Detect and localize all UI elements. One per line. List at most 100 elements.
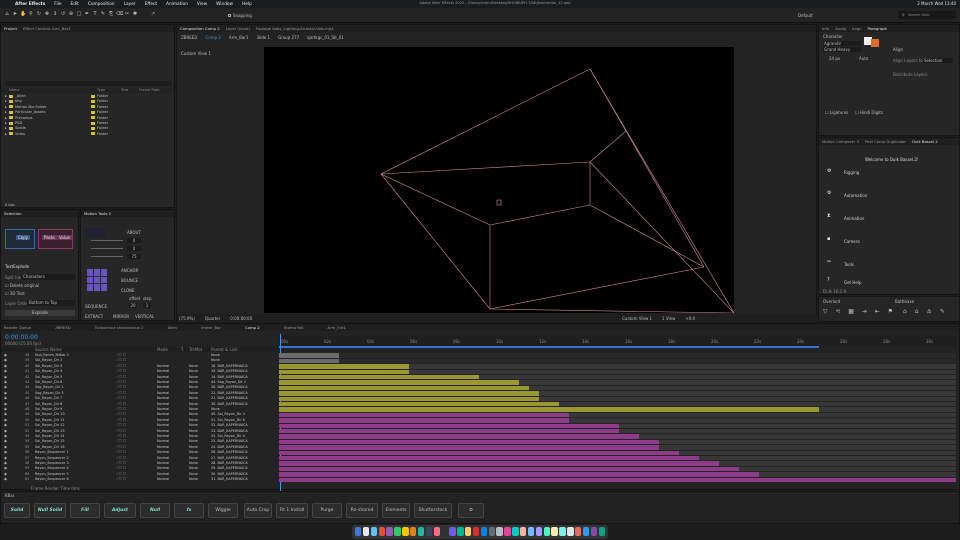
workspace-default[interactable]: Default	[798, 13, 813, 18]
layer-mode[interactable]: Normal	[157, 477, 169, 482]
timeline-layer-row[interactable]: ◉ 47 Sol_Rayon_Dir 8 ⁄ ☐ ☐ Normal None 30. BAR…	[1, 402, 278, 407]
dock-app-icon[interactable]	[457, 527, 464, 536]
menu-edit[interactable]: Edit	[70, 2, 78, 7]
dock-app-icon[interactable]	[598, 527, 605, 536]
project-list-item[interactable]: ▸ PSD Folder	[1, 121, 174, 126]
timeline-layer-row[interactable]: ◉ 39 Sol_Rayon_Dir 2 ⁄ ☐ ☐ None	[1, 358, 278, 363]
menu-view[interactable]: View	[197, 2, 207, 7]
search-help-input[interactable]: ⚲ Search Help	[898, 11, 956, 19]
crumb-slide[interactable]: Slide 1	[257, 35, 271, 40]
dock-app-icon[interactable]	[590, 527, 598, 536]
menu-file[interactable]: File	[54, 2, 61, 7]
value-field-2[interactable]: 0	[127, 246, 141, 251]
dock-app-icon[interactable]	[575, 527, 582, 536]
work-area-bar[interactable]	[279, 346, 819, 348]
stroke-color-swatch[interactable]	[871, 39, 879, 47]
kbar-button[interactable]: Shutterstock	[414, 503, 452, 518]
tab-composition[interactable]: Composition Comp 2	[180, 26, 220, 31]
col-trkmat[interactable]: TrkMat	[189, 347, 202, 352]
dolly-tool-icon[interactable]: ↕	[52, 11, 58, 18]
layer-duration-bar[interactable]	[279, 396, 539, 402]
layer-duration-bar[interactable]	[279, 472, 759, 477]
slider-2[interactable]	[91, 248, 123, 249]
layer-parent[interactable]: 31. BAR_KAPERNAICA	[211, 477, 248, 482]
disclosure-triangle-icon[interactable]: ▸	[5, 121, 7, 126]
layer-duration-bar[interactable]	[279, 385, 529, 391]
dock-app-icon[interactable]	[355, 527, 362, 536]
delete-original-checkbox[interactable]: ☐ Delete original	[5, 283, 39, 288]
copy-button[interactable]: Copy	[16, 235, 31, 240]
dock-app-icon[interactable]	[362, 527, 370, 536]
anchor-tool-icon[interactable]: ⊕	[68, 11, 74, 18]
dock-app-icon[interactable]	[472, 527, 480, 536]
tab-post-comp-duplicator[interactable]: Post Comp Duplicator	[865, 139, 906, 144]
menu-effect[interactable]: Effect	[145, 2, 157, 7]
timeline-layer-row[interactable]: ◉ 59 Rayon_Sequencer 4 ⁄ ☐ ☐ Normal None 29. B…	[1, 466, 278, 471]
bpc-indicator[interactable]: 8 bpc	[5, 203, 15, 208]
timeline-tab[interactable]: Comp 2	[245, 325, 260, 330]
layer-duration-bar[interactable]	[279, 380, 519, 385]
kbar-button[interactable]: Adjust	[104, 503, 136, 518]
rotate-tool-icon[interactable]: ↺	[60, 11, 66, 18]
disclosure-triangle-icon[interactable]: ▸	[5, 132, 7, 137]
duik-camera[interactable]: Camera	[844, 239, 860, 244]
project-list-item[interactable]: ▸ Precomps Folder	[1, 116, 174, 121]
layer-duration-bar[interactable]	[279, 353, 339, 358]
dock-app-icon[interactable]	[410, 527, 417, 536]
kbar-button[interactable]: Auto Crop	[244, 503, 272, 518]
hand-tool-icon[interactable]: ✋	[20, 11, 26, 18]
col-type[interactable]: Type	[97, 88, 105, 93]
extract-button[interactable]: EXTRACT	[85, 314, 103, 319]
menu-animation[interactable]: Animation	[166, 2, 188, 7]
layer-order-dropdown[interactable]: Bottom to Top	[27, 300, 75, 306]
clock[interactable]: 2 March Wed 13:40	[917, 1, 956, 6]
dock-app-icon[interactable]	[567, 527, 574, 536]
duik-automation[interactable]: Automation	[844, 193, 867, 198]
dock-app-icon[interactable]	[527, 527, 535, 536]
layer-duration-bar[interactable]	[279, 369, 409, 375]
layer-duration-bar[interactable]	[279, 364, 409, 369]
tab-project[interactable]: Project	[4, 26, 17, 31]
layer-duration-bar[interactable]	[279, 461, 719, 466]
crumb-layer[interactable]: qortkgc_01_0b_01	[307, 35, 344, 40]
pen-tool-icon[interactable]: ✒	[84, 11, 90, 18]
zoom-tool-icon[interactable]: ⚲	[28, 11, 34, 18]
timeline-layer-row[interactable]: ◉ 49 Sol_Rayon_Dir 10 ⁄ ☐ ☐ Normal None 49. So…	[1, 412, 278, 417]
timeline-layer-row[interactable]: ◉ 51 Sol_Rayon_Dir 12 ⁄ ☐ ☐ Normal None 52. BA…	[1, 423, 278, 428]
rectangle-tool-icon[interactable]: □	[76, 11, 82, 18]
type-tool-icon[interactable]: T	[92, 11, 98, 18]
timeline-layer-row[interactable]: ◉ 46 Sol_Rayon_Dir 7 ⁄ ☐ ☐ Normal None 21. BAR…	[1, 396, 278, 401]
duik-tools[interactable]: Tools	[844, 262, 854, 267]
slider-1[interactable]	[91, 240, 123, 241]
timeline-tab[interactable]: Turbulence shotcleanup 2	[95, 325, 144, 330]
tab-align[interactable]: Align	[852, 26, 862, 31]
font-style-dropdown[interactable]: Grand Heavy	[823, 47, 861, 52]
crumb-zbreed[interactable]: ZBREED	[181, 35, 197, 40]
value-field-1[interactable]: 0	[127, 238, 141, 243]
ligatures-checkbox[interactable]: ☐ Ligatures	[825, 110, 848, 115]
kbar-button[interactable]: Fit 1 Install	[276, 503, 308, 518]
kbar-button[interactable]: Null Solid	[34, 503, 66, 518]
layer-duration-bar[interactable]	[279, 423, 619, 429]
disclosure-triangle-icon[interactable]: ▸	[5, 116, 7, 121]
about-button[interactable]: ABOUT	[127, 230, 141, 235]
paste-button[interactable]: Paste	[42, 235, 57, 240]
kbar-button[interactable]: Re-shared	[346, 503, 378, 518]
kbar-button[interactable]: Fill	[70, 503, 100, 518]
tab-layer[interactable]: Layer (none)	[226, 26, 250, 31]
project-list-item[interactable]: ▸ Motion Bro Folder Folder	[1, 105, 174, 110]
project-list-item[interactable]: ▸ Solids Folder	[1, 126, 174, 131]
timeline-layer-row[interactable]: ◉ 42 Sol_Rayon_Dir 5 ⁄ ☐ ☐ Normal None 14. BAR…	[1, 375, 278, 380]
explode-button[interactable]: Explode	[5, 310, 75, 316]
layer-duration-bar[interactable]	[279, 477, 956, 483]
axis-tool-icon[interactable]: ↗	[150, 11, 156, 18]
value-button[interactable]: Value	[57, 235, 72, 240]
exposure-value[interactable]: +0.0	[685, 316, 695, 321]
disclosure-triangle-icon[interactable]: ▸	[5, 94, 7, 99]
font-size-field[interactable]: 24 px	[829, 56, 840, 61]
dock-app-icon[interactable]	[559, 527, 566, 536]
kbar-button[interactable]: Wiggle	[208, 503, 238, 518]
dock-app-icon[interactable]	[496, 527, 503, 536]
puppet-tool-icon[interactable]: ✱	[132, 11, 138, 18]
dock-app-icon[interactable]	[512, 527, 519, 536]
